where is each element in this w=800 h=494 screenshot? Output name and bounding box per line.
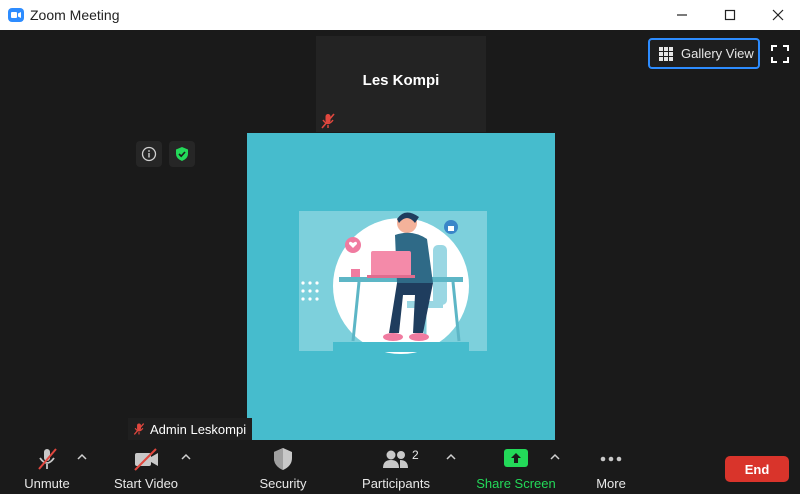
security-button[interactable]: Security xyxy=(250,440,316,494)
muted-mic-icon xyxy=(38,448,57,470)
meeting-info-button[interactable] xyxy=(136,141,162,167)
end-meeting-button[interactable]: End xyxy=(725,456,789,482)
unmute-label: Unmute xyxy=(24,476,70,491)
self-participant-name: Admin Leskompi xyxy=(150,421,247,437)
zoom-logo-icon xyxy=(8,8,24,22)
self-video-tile[interactable] xyxy=(247,133,555,440)
participants-label: Participants xyxy=(362,476,430,491)
profile-illustration xyxy=(247,133,555,440)
share-screen-icon xyxy=(504,449,528,467)
gallery-view-button[interactable]: Gallery View xyxy=(648,38,760,69)
share-screen-label: Share Screen xyxy=(476,476,556,491)
minimize-button[interactable] xyxy=(658,0,706,30)
close-icon xyxy=(772,9,784,21)
participants-options-chevron-up-icon[interactable] xyxy=(444,452,458,462)
self-name-label: Admin Leskompi xyxy=(128,418,253,440)
shield-check-icon xyxy=(176,147,188,161)
remote-participant-name: Les Kompi xyxy=(362,72,440,89)
more-label: More xyxy=(596,476,626,491)
remote-participant-tile[interactable]: Les Kompi xyxy=(316,36,486,132)
info-icon xyxy=(141,146,157,162)
share-options-chevron-up-icon[interactable] xyxy=(548,452,562,462)
audio-options-chevron-up-icon[interactable] xyxy=(75,452,89,462)
start-video-button[interactable]: Start Video xyxy=(108,440,184,494)
muted-mic-icon xyxy=(133,423,145,435)
participants-icon xyxy=(383,450,408,468)
security-label: Security xyxy=(259,476,307,491)
participants-count: 2 xyxy=(412,448,419,462)
share-screen-button[interactable]: Share Screen xyxy=(474,440,558,494)
start-video-label: Start Video xyxy=(113,476,179,491)
grid-icon xyxy=(659,46,673,61)
minimize-icon xyxy=(677,14,687,16)
window-title: Zoom Meeting xyxy=(30,7,120,23)
title-bar: Zoom Meeting xyxy=(0,0,800,30)
video-options-chevron-up-icon[interactable] xyxy=(179,452,193,462)
video-off-icon xyxy=(134,448,158,471)
participants-button[interactable]: Participants xyxy=(358,440,434,494)
encryption-shield-button[interactable] xyxy=(169,141,195,167)
more-dots-icon xyxy=(600,456,622,462)
maximize-button[interactable] xyxy=(706,0,754,30)
more-button[interactable]: More xyxy=(584,440,638,494)
meeting-stage: Les Kompi Gallery View Admin Leskompi xyxy=(0,30,800,440)
fullscreen-icon[interactable] xyxy=(770,44,790,64)
muted-mic-icon xyxy=(321,113,335,129)
gallery-view-label: Gallery View xyxy=(681,46,754,61)
unmute-button[interactable]: Unmute xyxy=(14,440,80,494)
close-button[interactable] xyxy=(754,0,800,30)
maximize-icon xyxy=(724,9,736,21)
shield-icon xyxy=(274,448,292,470)
meeting-toolbar: Unmute Start Video Security Participants… xyxy=(0,440,800,494)
